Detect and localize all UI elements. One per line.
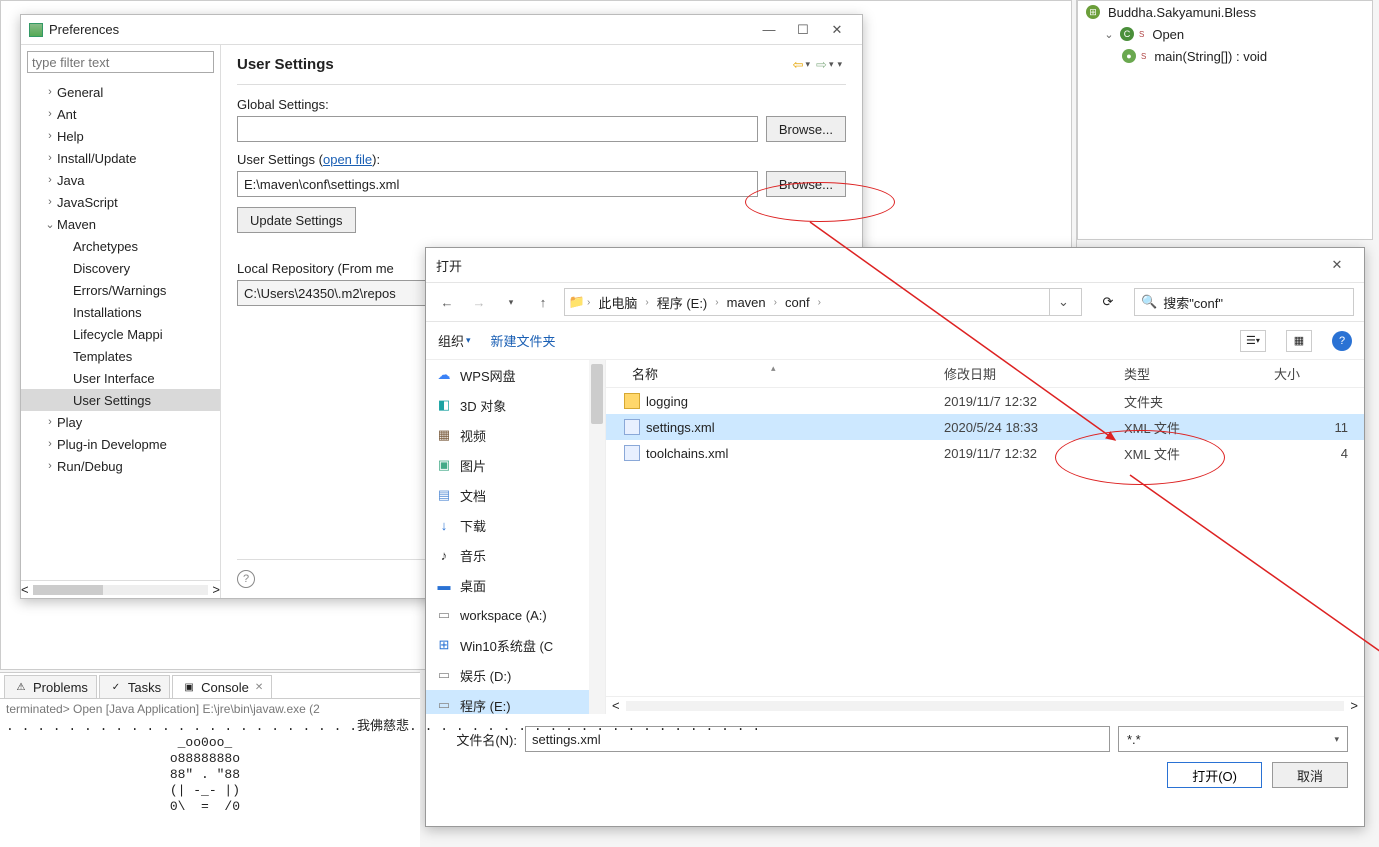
outline-panel: ⊞Buddha.Sakyamuni.Bless⌄CSOpen●Smain(Str… [1077,0,1373,240]
local-repository-input [237,280,437,306]
nav-forward-button[interactable]: → [468,295,490,310]
nav-forward-icon[interactable]: ⇨ [816,57,827,73]
crumb-dropdown[interactable]: ⌄ [1049,289,1077,315]
nav-back-button[interactable]: ← [436,295,458,310]
filter-input[interactable] [27,51,214,73]
close-button[interactable]: ✕ [820,19,854,41]
crumb-2[interactable]: maven [721,289,772,315]
tree-item-installations[interactable]: Installations [21,301,220,323]
tree-item-user-settings[interactable]: User Settings [21,389,220,411]
preferences-tree-pane: ›General›Ant›Help›Install/Update›Java›Ja… [21,45,221,598]
file-list[interactable]: logging2019/11/7 12:32文件夹settings.xml202… [606,388,1364,696]
sidebar-item-下载[interactable]: ↓下载 [426,510,605,540]
app-icon [29,23,43,37]
view-details-button[interactable]: ▦ [1286,330,1312,352]
sidebar-item-图片[interactable]: ▣图片 [426,450,605,480]
tree-item-archetypes[interactable]: Archetypes [21,235,220,257]
cancel-button[interactable]: 取消 [1272,762,1348,788]
tree-item-general[interactable]: ›General [21,81,220,103]
view-list-button[interactable]: ☰▾ [1240,330,1266,352]
user-settings-input[interactable] [237,171,758,197]
file-type-filter[interactable]: *.*▾ [1118,726,1348,752]
nav-back-icon[interactable]: ⇦ [793,57,804,73]
tree-item-maven[interactable]: ⌄Maven [21,213,220,235]
file-dialog-sidebar[interactable]: ☁WPS网盘◧3D 对象▦视频▣图片▤文档↓下载♪音乐▬桌面▭workspace… [426,360,606,714]
tab-problems[interactable]: ⚠Problems [4,675,97,698]
nav-up-button[interactable]: ↑ [532,295,554,310]
console-status: terminated> Open [Java Application] E:\j… [0,699,420,719]
crumb-3[interactable]: conf [779,289,816,315]
outline-item[interactable]: ⊞Buddha.Sakyamuni.Bless [1078,1,1372,23]
tree-item-discovery[interactable]: Discovery [21,257,220,279]
preferences-title: Preferences [49,22,119,37]
sidebar-item-3D 对象[interactable]: ◧3D 对象 [426,390,605,420]
file-dialog-close-button[interactable]: ✕ [1320,254,1354,276]
sidebar-item-音乐[interactable]: ♪音乐 [426,540,605,570]
search-icon: 🔍 [1141,294,1157,310]
page-title: User Settings [237,56,334,73]
organize-menu[interactable]: 组织 ▾ [438,331,475,350]
tree-item-errors-warnings[interactable]: Errors/Warnings [21,279,220,301]
sidebar-item-WPS网盘[interactable]: ☁WPS网盘 [426,360,605,390]
maximize-button[interactable]: ☐ [786,19,820,41]
sidebar-item-文档[interactable]: ▤文档 [426,480,605,510]
nav-recent-dropdown[interactable]: ▾ [500,297,522,308]
global-settings-input[interactable] [237,116,758,142]
tree-item-user-interface[interactable]: User Interface [21,367,220,389]
tree-item-ant[interactable]: ›Ant [21,103,220,125]
open-button[interactable]: 打开(O) [1167,762,1262,788]
minimize-button[interactable]: — [752,19,786,41]
sidebar-item-桌面[interactable]: ▬桌面 [426,570,605,600]
tree-item-java[interactable]: ›Java [21,169,220,191]
tree-item-plug-in-developme[interactable]: ›Plug-in Developme [21,433,220,455]
open-file-link[interactable]: open file [323,152,372,167]
crumb-1[interactable]: 程序 (E:) [651,289,714,315]
new-folder-button[interactable]: 新建文件夹 [491,331,556,350]
tree-item-javascript[interactable]: ›JavaScript [21,191,220,213]
outline-item[interactable]: ●Smain(String[]) : void [1078,45,1372,67]
sidebar-item-视频[interactable]: ▦视频 [426,420,605,450]
tree-item-play[interactable]: ›Play [21,411,220,433]
file-open-dialog: 打开 ✕ ← → ▾ ↑ 📁›此电脑›程序 (E:)›maven›conf›⌄ … [425,247,1365,827]
file-row[interactable]: logging2019/11/7 12:32文件夹 [606,388,1364,414]
refresh-button[interactable]: ⟳ [1092,294,1124,310]
global-settings-browse-button[interactable]: Browse... [766,116,846,142]
tab-console[interactable]: ▣Console✕ [172,675,272,698]
tree-item-help[interactable]: ›Help [21,125,220,147]
search-input[interactable]: 🔍 搜索"conf" [1134,288,1354,316]
file-dialog-title: 打开 [436,256,462,275]
sidebar-item-娱乐 (D:)[interactable]: ▭娱乐 (D:) [426,660,605,690]
list-header[interactable]: ▴名称 修改日期 类型 大小 [606,360,1364,388]
bottom-panel: ⚠Problems✓Tasks▣Console✕ terminated> Ope… [0,672,420,847]
tree-item-lifecycle-mappi[interactable]: Lifecycle Mappi [21,323,220,345]
outline-item[interactable]: ⌄CSOpen [1078,23,1372,45]
file-row[interactable]: settings.xml2020/5/24 18:33XML 文件11 [606,414,1364,440]
tree-item-install-update[interactable]: ›Install/Update [21,147,220,169]
preferences-titlebar[interactable]: Preferences — ☐ ✕ [21,15,862,45]
update-settings-button[interactable]: Update Settings [237,207,356,233]
sidebar-scrollbar[interactable] [589,360,605,714]
sidebar-item-workspace (A:)[interactable]: ▭workspace (A:) [426,600,605,630]
help-icon[interactable]: ? [237,570,255,588]
breadcrumb[interactable]: 📁›此电脑›程序 (E:)›maven›conf›⌄ [564,288,1082,316]
user-settings-browse-button[interactable]: Browse... [766,171,846,197]
tree-hscroll[interactable]: <> [21,580,220,598]
tab-tasks[interactable]: ✓Tasks [99,675,170,698]
preferences-tree[interactable]: ›General›Ant›Help›Install/Update›Java›Ja… [21,79,220,580]
list-hscroll[interactable]: <> [606,696,1364,714]
file-dialog-titlebar[interactable]: 打开 ✕ [426,248,1364,282]
sidebar-item-程序 (E:)[interactable]: ▭程序 (E:) [426,690,605,714]
crumb-0[interactable]: 此电脑 [592,289,643,315]
global-settings-label: Global Settings: [237,97,846,112]
tree-item-templates[interactable]: Templates [21,345,220,367]
file-row[interactable]: toolchains.xml2019/11/7 12:32XML 文件4 [606,440,1364,466]
help-button[interactable]: ? [1332,331,1352,351]
sidebar-item-Win10系统盘 (C[interactable]: ⊞Win10系统盘 (C [426,630,605,660]
tree-item-run-debug[interactable]: ›Run/Debug [21,455,220,477]
user-settings-label: User Settings (open file): [237,152,846,167]
console-output: . . . . . . . . . . . . . . . . . . . . … [0,719,420,815]
